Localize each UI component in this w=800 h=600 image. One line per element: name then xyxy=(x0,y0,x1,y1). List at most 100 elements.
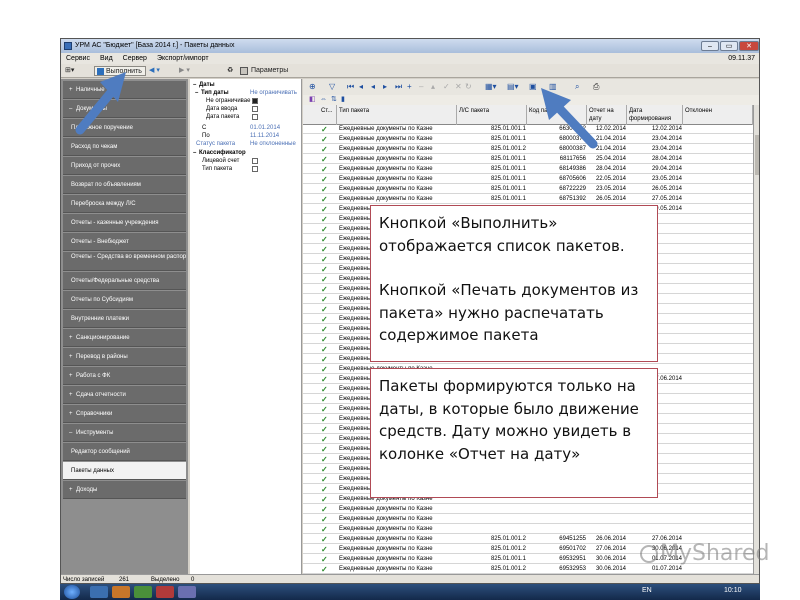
sidebar-item-toggle[interactable]: + xyxy=(69,367,76,384)
sidebar-item-label: Редактор сообщений xyxy=(71,449,130,455)
forward-icon[interactable]: ▶ ▾ xyxy=(179,66,190,76)
table-row[interactable]: ✓ Ежедневные документы по Казне 825.01.001… xyxy=(303,195,753,204)
export-icon[interactable]: ▦▾ xyxy=(485,83,497,91)
sidebar-item-8[interactable]: Отчеты - Внебюджет xyxy=(63,233,186,251)
column-header-6[interactable]: Отклонен xyxy=(683,105,753,125)
sidebar-item-11[interactable]: Отчеты по Субсидиям xyxy=(63,291,186,309)
expand-icon[interactable]: ⇔ xyxy=(320,96,327,104)
cell-formed-date: 23.05.2014 xyxy=(651,176,682,182)
sidebar-item-label: Отчеты - Средства во временном распоряже… xyxy=(71,254,186,260)
edit-icon[interactable]: ▴ xyxy=(431,83,435,91)
close-button[interactable]: ✕ xyxy=(739,41,759,51)
columns-icon[interactable]: ▮ xyxy=(341,96,345,104)
back-icon[interactable]: ◀ ▾ xyxy=(149,66,160,76)
sidebar-item-16[interactable]: + Сдача отчетности xyxy=(63,386,186,404)
prev-icon[interactable]: ◂ xyxy=(371,83,375,91)
cancel-icon[interactable]: ✕ xyxy=(455,83,462,91)
status-check-icon: ✓ xyxy=(321,525,328,534)
first-icon[interactable]: ⏮ xyxy=(347,83,354,91)
add-icon[interactable]: ⊕ xyxy=(309,83,316,91)
sidebar-item-14[interactable]: + Перевод в районы xyxy=(63,348,186,366)
delete-icon[interactable]: – xyxy=(419,83,423,91)
table-row[interactable]: ✓ Ежедневные документы по Казне 825.01.001… xyxy=(303,165,753,174)
opt-package-checkbox[interactable] xyxy=(252,114,258,120)
status-field[interactable]: Не отклоненные xyxy=(250,140,296,148)
sidebar-item-13[interactable]: + Санкционирование xyxy=(63,329,186,347)
filter-icon[interactable]: ▽ xyxy=(329,83,335,91)
filter-opt-none[interactable]: Не ограничивае xyxy=(190,97,302,105)
insert-icon[interactable]: + xyxy=(407,83,412,91)
filter-from[interactable]: С 01.01.2014 xyxy=(190,124,302,132)
sidebar-item-5[interactable]: Возврат по объявлениям xyxy=(63,176,186,194)
taskbar-folder-icon[interactable] xyxy=(112,586,130,598)
sidebar-item-20[interactable]: Пакеты данных xyxy=(63,462,186,480)
column-header-0[interactable]: Ст... xyxy=(319,105,337,125)
minimize-button[interactable]: – xyxy=(701,41,719,51)
sidebar-item-12[interactable]: Внутренние платежи xyxy=(63,310,186,328)
to-date-field[interactable]: 11.11.2014 xyxy=(250,132,279,140)
menu-export-import[interactable]: Экспорт/импорт xyxy=(152,53,214,64)
sidebar-item-6[interactable]: Переброска между Л/С xyxy=(63,195,186,213)
account-checkbox[interactable] xyxy=(252,158,258,164)
sidebar-item-10[interactable]: Отчеты/Федеральные средства xyxy=(63,272,186,290)
next-icon[interactable]: ▸ xyxy=(383,83,387,91)
last-icon[interactable]: ⏭ xyxy=(395,83,402,91)
table-row[interactable]: ✓ Ежедневные документы по Казне xyxy=(303,505,753,514)
refresh-icon[interactable]: ♻ xyxy=(227,66,233,76)
maximize-button[interactable]: ▭ xyxy=(720,41,738,51)
language-indicator[interactable]: EN xyxy=(642,587,652,594)
prev-page-icon[interactable]: ◂ xyxy=(359,83,363,91)
from-date-field[interactable]: 01.01.2014 xyxy=(250,124,280,132)
filter-date-type[interactable]: – Тип даты Не ограничивать xyxy=(190,89,302,97)
filter-classifier-header[interactable]: – Классификатор xyxy=(190,149,302,157)
confirm-icon[interactable]: ✓ xyxy=(443,83,450,91)
table-row[interactable]: ✓ Ежедневные документы по Казне 825.01.001… xyxy=(303,565,753,574)
table-row[interactable]: ✓ Ежедневные документы по Казне xyxy=(303,525,753,534)
opt-none-radio[interactable] xyxy=(252,98,258,104)
sidebar-item-19[interactable]: Редактор сообщений xyxy=(63,443,186,461)
print-menu-icon[interactable]: ▤▾ xyxy=(507,83,519,91)
taskbar-browser-icon[interactable] xyxy=(134,586,152,598)
sidebar-item-toggle[interactable]: + xyxy=(69,481,76,498)
sidebar-item-toggle[interactable]: + xyxy=(69,348,76,365)
vertical-scrollbar[interactable] xyxy=(753,105,759,574)
sidebar-item-toggle[interactable]: + xyxy=(69,329,76,346)
sidebar-item-21[interactable]: + Доходы xyxy=(63,481,186,499)
column-header-5[interactable]: Дата формирования xyxy=(627,105,683,125)
filter-opt-entry[interactable]: Дата ввода xyxy=(190,105,302,113)
table-row[interactable]: ✓ Ежедневные документы по Казне 825.01.001… xyxy=(303,175,753,184)
sidebar-item-toggle[interactable]: – xyxy=(69,424,76,441)
tree-icon[interactable]: ◧ xyxy=(309,96,316,104)
sidebar-item-toggle[interactable]: + xyxy=(69,386,76,403)
filter-status[interactable]: Статус пакета Не отклоненные xyxy=(190,140,302,148)
sidebar-item-18[interactable]: – Инструменты xyxy=(63,424,186,442)
sidebar-item-3[interactable]: Расход по чекам xyxy=(63,138,186,156)
sidebar-item-toggle[interactable]: + xyxy=(69,405,76,422)
table-row[interactable]: ✓ Ежедневные документы по Казне xyxy=(303,515,753,524)
package-type-checkbox[interactable] xyxy=(252,166,258,172)
sidebar-item-17[interactable]: + Справочники xyxy=(63,405,186,423)
status-check-icon: ✓ xyxy=(321,225,328,234)
sidebar-item-7[interactable]: Отчеты - казенные учреждения xyxy=(63,214,186,232)
filter-dates-header[interactable]: – Даты xyxy=(190,81,302,89)
sort-icon[interactable]: ⇅ xyxy=(331,96,337,104)
taskbar-app-icon[interactable] xyxy=(90,586,108,598)
opt-entry-checkbox[interactable] xyxy=(252,106,258,112)
column-header-2[interactable]: Л/С пакета xyxy=(457,105,527,125)
sidebar-item-15[interactable]: + Работа с ФК xyxy=(63,367,186,385)
filter-account[interactable]: Лицевой счет xyxy=(190,157,302,165)
filter-package-type[interactable]: Тип пакета xyxy=(190,165,302,173)
parameters-button[interactable]: Параметры xyxy=(239,66,288,76)
taskbar-office-icon[interactable] xyxy=(178,586,196,598)
start-button-icon[interactable] xyxy=(64,585,80,599)
sidebar-item-4[interactable]: Приход от прочих xyxy=(63,157,186,175)
filter-opt-package[interactable]: Дата пакета xyxy=(190,113,302,121)
sidebar-item-9[interactable]: Отчеты - Средства во временном распоряже… xyxy=(63,252,186,271)
filter-to[interactable]: По 11.11.2014 xyxy=(190,132,302,140)
table-row[interactable]: ✓ Ежедневные документы по Казне 825.01.001… xyxy=(303,185,753,194)
status-check-icon: ✓ xyxy=(321,355,328,364)
refresh-grid-icon[interactable]: ↻ xyxy=(465,83,472,91)
column-header-1[interactable]: Тип пакета xyxy=(337,105,457,125)
taskbar-media-icon[interactable] xyxy=(156,586,174,598)
scrollbar-thumb[interactable] xyxy=(755,135,759,175)
